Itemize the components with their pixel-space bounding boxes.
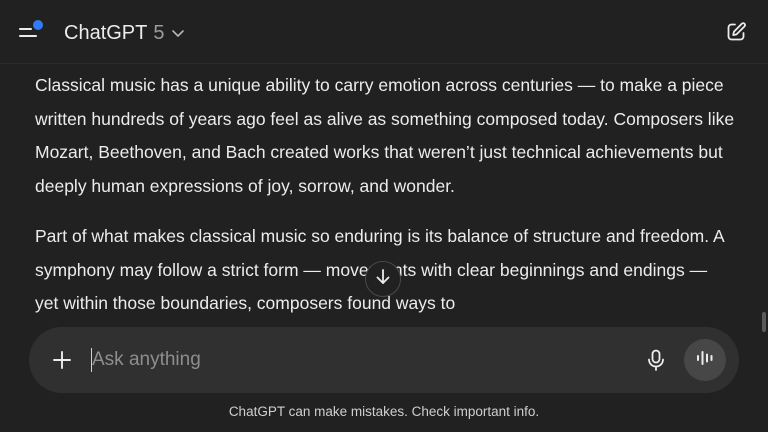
plus-icon[interactable]	[49, 347, 75, 373]
message-paragraph: Classical music has a unique ability to …	[35, 75, 735, 196]
scroll-to-bottom-button[interactable]	[365, 261, 401, 297]
top-bar: ChatGPT 5	[0, 0, 768, 64]
disclaimer-text: ChatGPT can make mistakes. Check importa…	[228, 404, 540, 419]
sidebar-toggle-icon[interactable]	[18, 20, 46, 44]
assistant-message: Classical music has a unique ability to …	[35, 64, 735, 364]
model-version: 5	[153, 21, 165, 44]
voice-mode-button[interactable]	[684, 339, 726, 381]
arrow-down-icon	[374, 268, 392, 291]
new-chat-icon[interactable]	[724, 20, 748, 44]
model-picker[interactable]: ChatGPT 5	[64, 19, 185, 47]
prompt-input[interactable]	[92, 346, 612, 374]
voice-mode-icon	[695, 348, 715, 373]
chat-window: ChatGPT 5 Classical music has a unique a…	[0, 0, 768, 432]
microphone-icon[interactable]	[643, 347, 669, 373]
prompt-composer	[29, 327, 739, 393]
scrollbar-thumb[interactable]	[762, 312, 766, 332]
chevron-down-icon	[171, 26, 185, 40]
model-name: ChatGPT	[64, 21, 148, 44]
